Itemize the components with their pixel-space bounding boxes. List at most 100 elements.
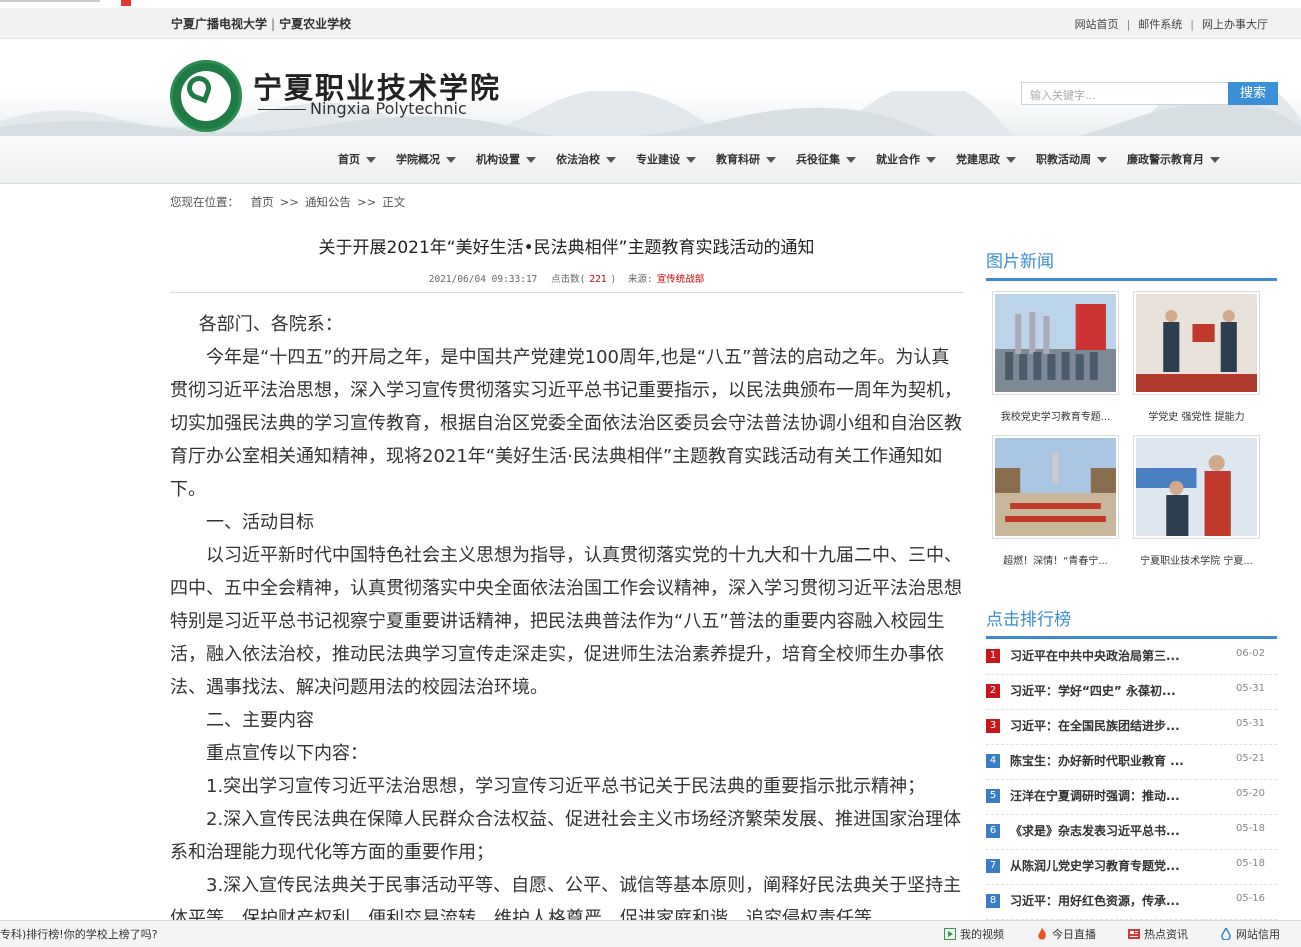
article-datetime: 2021/06/04 09:33:17	[428, 274, 538, 285]
picnews-image[interactable]	[992, 291, 1119, 395]
rank-title[interactable]: 从陈润儿党史学习教育专题党...	[1010, 857, 1195, 874]
chevron-down-icon	[526, 157, 536, 163]
nav-item-integrity-month[interactable]: 廉政警示教育月	[1127, 151, 1220, 167]
status-url[interactable]: 专科)排行榜!你的学校上榜了吗?	[0, 926, 158, 942]
search-button[interactable]: 搜索	[1228, 82, 1278, 105]
picnews-caption[interactable]: 我校党史学习教育专题...	[992, 408, 1119, 423]
status-actions: 我的视频 今日直播 热点资讯 网站信用 ▾	[944, 926, 1301, 942]
flame-icon	[1038, 928, 1046, 940]
picnews-image[interactable]	[1133, 291, 1260, 395]
source-label: 来源:	[628, 274, 653, 285]
site-header: 宁夏职业技术学院 Ningxia Polytechnic 输入关键字... 搜索	[0, 39, 1301, 136]
ranking-item[interactable]: 2 习近平：学好“四史” 永葆初... 05-31	[986, 675, 1277, 710]
separator: |	[1126, 18, 1131, 31]
rank-title[interactable]: 习近平：在全国民族团结进步...	[1010, 717, 1195, 734]
rank-title[interactable]: 汪洋在宁夏调研时强调：推动...	[1010, 787, 1195, 804]
ranking-item[interactable]: 1 习近平在中共中央政治局第三... 06-02	[986, 640, 1277, 675]
nav-item-majors[interactable]: 专业建设	[636, 151, 696, 167]
photo-ceremony	[1136, 294, 1257, 392]
rank-title[interactable]: 习近平：用好红色资源，传承...	[1010, 892, 1195, 909]
rank-date: 05-31	[1235, 718, 1265, 729]
nav-item-organization[interactable]: 机构设置	[476, 151, 536, 167]
news-icon	[1128, 929, 1140, 939]
rank-title[interactable]: 陈宝生：办好新时代职业教育 ...	[1010, 752, 1195, 769]
ranking-item[interactable]: 5 汪洋在宁夏调研时强调：推动... 05-20	[986, 780, 1277, 815]
rank-date: 05-31	[1235, 683, 1265, 694]
ranking-item[interactable]: 4 陈宝生：办好新时代职业教育 ... 05-21	[986, 745, 1277, 780]
ranking-item[interactable]: 6 《求是》杂志发表习近平总书... 05-18	[986, 815, 1277, 850]
rank-date: 05-18	[1235, 823, 1265, 834]
link-home[interactable]: 网站首页	[1075, 18, 1119, 31]
ranking-item[interactable]: 7 从陈润儿党史学习教育专题党... 05-18	[986, 850, 1277, 885]
nav-label: 学院概况	[396, 153, 440, 166]
paragraph: 1.突出学习宣传习近平法治思想，学习宣传习近平总书记关于民法典的重要指示批示精神…	[206, 776, 926, 797]
breadcrumb-sep: >>	[356, 195, 377, 209]
article-title: 关于开展2021年“美好生活•民法典相伴”主题教育实践活动的通知	[318, 238, 815, 258]
picnews-image[interactable]	[992, 435, 1119, 539]
rank-number: 5	[986, 789, 1000, 803]
rank-date: 05-21	[1235, 753, 1265, 764]
breadcrumb: 您现在位置： 首页 >> 通知公告 >> 正文	[170, 194, 405, 210]
nav-label: 职教活动周	[1036, 153, 1091, 166]
rank-number: 7	[986, 859, 1000, 873]
chevron-down-icon	[1097, 157, 1107, 163]
breadcrumb-label: 您现在位置：	[170, 195, 239, 209]
nav-item-military[interactable]: 兵役征集	[796, 151, 856, 167]
nav-item-overview[interactable]: 学院概况	[396, 151, 456, 167]
ranking-title-rule	[986, 636, 1277, 639]
picnews-caption[interactable]: 学党史 强党性 提能力	[1133, 408, 1260, 423]
live-button[interactable]: 今日直播	[1036, 926, 1112, 942]
search-input[interactable]: 输入关键字...	[1021, 82, 1229, 105]
nav-item-research[interactable]: 教育科研	[716, 151, 776, 167]
paragraph: 以习近平新时代中国特色社会主义思想为指导，认真贯彻落实党的十九大和十九届二中、三…	[170, 545, 962, 698]
nav-item-vocational-week[interactable]: 职教活动周	[1036, 151, 1107, 167]
photo-parade	[995, 294, 1116, 392]
nav-item-party[interactable]: 党建思政	[956, 151, 1016, 167]
browser-top-strip	[0, 0, 1301, 8]
chevron-down-icon	[1006, 157, 1016, 163]
rank-title[interactable]: 习近平：学好“四史” 永葆初...	[1010, 682, 1195, 699]
picnews-title: 图片新闻	[986, 252, 1054, 272]
link-service-hall[interactable]: 网上办事大厅	[1202, 18, 1268, 31]
nav-item-employment[interactable]: 就业合作	[876, 151, 936, 167]
rank-title[interactable]: 习近平在中共中央政治局第三...	[1010, 647, 1195, 664]
photo-campus-crowd	[995, 438, 1116, 536]
picnews-caption[interactable]: 超燃！深情！“青春宁...	[992, 552, 1119, 567]
hits-label-post: )	[610, 274, 617, 285]
link-mail[interactable]: 邮件系统	[1138, 18, 1182, 31]
site-link-agri[interactable]: 宁夏农业学校	[279, 17, 351, 31]
chevron-down-icon	[926, 157, 936, 163]
breadcrumb-sep: >>	[279, 195, 299, 209]
hot-news-button[interactable]: 热点资讯	[1128, 926, 1204, 942]
top-links: 网站首页 | 邮件系统 | 网上办事大厅	[1075, 16, 1268, 32]
ranking-title: 点击排行榜	[986, 610, 1071, 630]
section-heading: 一、活动目标	[206, 512, 314, 533]
chevron-down-icon	[686, 157, 696, 163]
picnews-image[interactable]	[1133, 435, 1260, 539]
chevron-down-icon	[606, 157, 616, 163]
rank-number: 6	[986, 824, 1000, 838]
nav-label: 专业建设	[636, 153, 680, 166]
nav-item-home[interactable]: 首页	[338, 151, 376, 167]
site-link-tvu[interactable]: 宁夏广播电视大学	[171, 17, 267, 31]
rank-date: 05-16	[1235, 893, 1265, 904]
article-body: 各部门、各院系： 今年是“十四五”的开局之年，是中国共产党建党100周年,也是“…	[170, 308, 963, 935]
nav-label: 党建思政	[956, 153, 1000, 166]
school-logo[interactable]	[170, 60, 242, 132]
picnews-caption[interactable]: 宁夏职业技术学院 宁夏...	[1133, 552, 1260, 567]
ranking-item[interactable]: 3 习近平：在全国民族团结进步... 05-31	[986, 710, 1277, 745]
nav-item-rule-of-law[interactable]: 依法治校	[556, 151, 616, 167]
article-meta: 2021/06/04 09:33:17 点击数(221) 来源: 宣传统战部	[170, 271, 963, 285]
hot-news-label: 热点资讯	[1144, 928, 1188, 941]
rank-title[interactable]: 《求是》杂志发表习近平总书...	[1010, 822, 1195, 839]
photo-graduation	[1136, 438, 1257, 536]
name-dash	[258, 109, 306, 110]
picnews-title-rule	[986, 278, 1277, 281]
breadcrumb-notices[interactable]: 通知公告	[305, 195, 351, 209]
chevron-down-icon	[366, 157, 376, 163]
ranking-item[interactable]: 8 习近平：用好红色资源，传承... 05-16	[986, 885, 1277, 920]
breadcrumb-home[interactable]: 首页	[251, 195, 274, 209]
site-credit-button[interactable]: 网站信用	[1220, 926, 1296, 942]
rank-date: 05-18	[1235, 858, 1265, 869]
my-video-button[interactable]: 我的视频	[944, 926, 1020, 942]
